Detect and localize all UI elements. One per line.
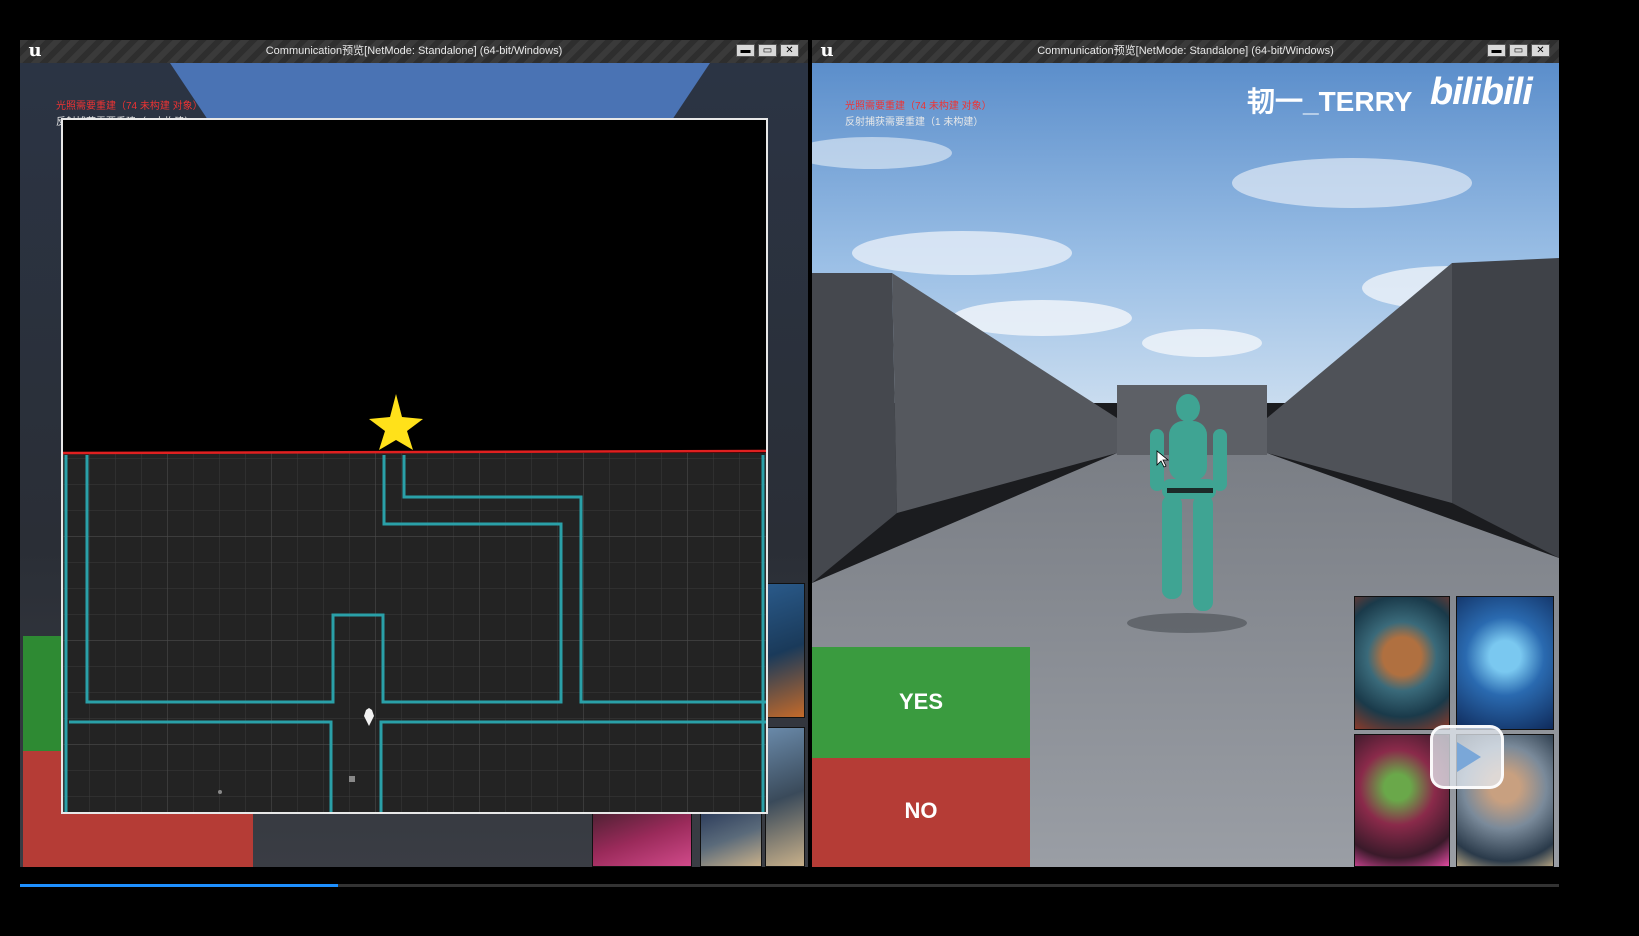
close-icon[interactable]: ✕ [780,44,799,57]
unreal-logo-icon: u [28,40,42,61]
maximize-icon[interactable]: ▭ [1509,44,1528,57]
left-portrait-bottom1[interactable] [592,809,692,867]
left-debug-lighting: 光照需要重建（74 未构建 对象） [56,101,203,112]
video-progress-bar[interactable] [20,884,1559,887]
unreal-logo-icon: u [820,40,834,61]
left-game-window: u Communication预览[NetMode: Standalone] (… [20,40,808,867]
left-window-title: Communication预览[NetMode: Standalone] (64… [265,45,563,57]
minimap [61,118,768,814]
minimize-icon[interactable]: ▬ [736,44,755,57]
no-button[interactable]: NO [812,758,1030,867]
minimize-icon[interactable]: ▬ [1487,44,1506,57]
close-icon[interactable]: ✕ [1531,44,1550,57]
left-portrait-mid[interactable] [765,727,805,867]
left-titlebar[interactable]: u Communication预览[NetMode: Standalone] (… [20,40,808,63]
right-game-window: u Communication预览[NetMode: Standalone] (… [812,40,1559,867]
left-viewport[interactable]: 光照需要重建（74 未构建 对象） 反射捕获需要重建（1 未构建） NO [20,63,808,867]
left-portrait-top[interactable] [765,583,805,718]
yes-label: YES [898,689,944,714]
star-marker-icon [369,394,423,450]
right-window-title: Communication预览[NetMode: Standalone] (64… [1037,45,1334,57]
right-debug-reflection: 反射捕获需要重建（1 未构建） [845,117,984,128]
play-button-icon[interactable] [1430,725,1504,789]
watermark-brand: bilibili [1430,71,1533,113]
left-portrait-bottom2[interactable] [700,809,762,867]
portrait-bear[interactable] [1354,596,1450,730]
horizon-line [63,449,766,455]
video-progress-fill [20,884,338,887]
maximize-icon[interactable]: ▭ [758,44,777,57]
right-titlebar[interactable]: u Communication预览[NetMode: Standalone] (… [812,40,1559,63]
portrait-spirit[interactable] [1456,596,1554,730]
no-label: NO [904,798,938,823]
right-debug-lighting: 光照需要重建（74 未构建 对象） [845,101,992,112]
minimap-canvas [63,394,766,812]
yes-button[interactable]: YES [812,647,1030,758]
watermark-author: 韧一_TERRY [1247,86,1413,117]
right-viewport[interactable]: 光照需要重建（74 未构建 对象） 反射捕获需要重建（1 未构建） 韧一_TER… [812,63,1559,867]
